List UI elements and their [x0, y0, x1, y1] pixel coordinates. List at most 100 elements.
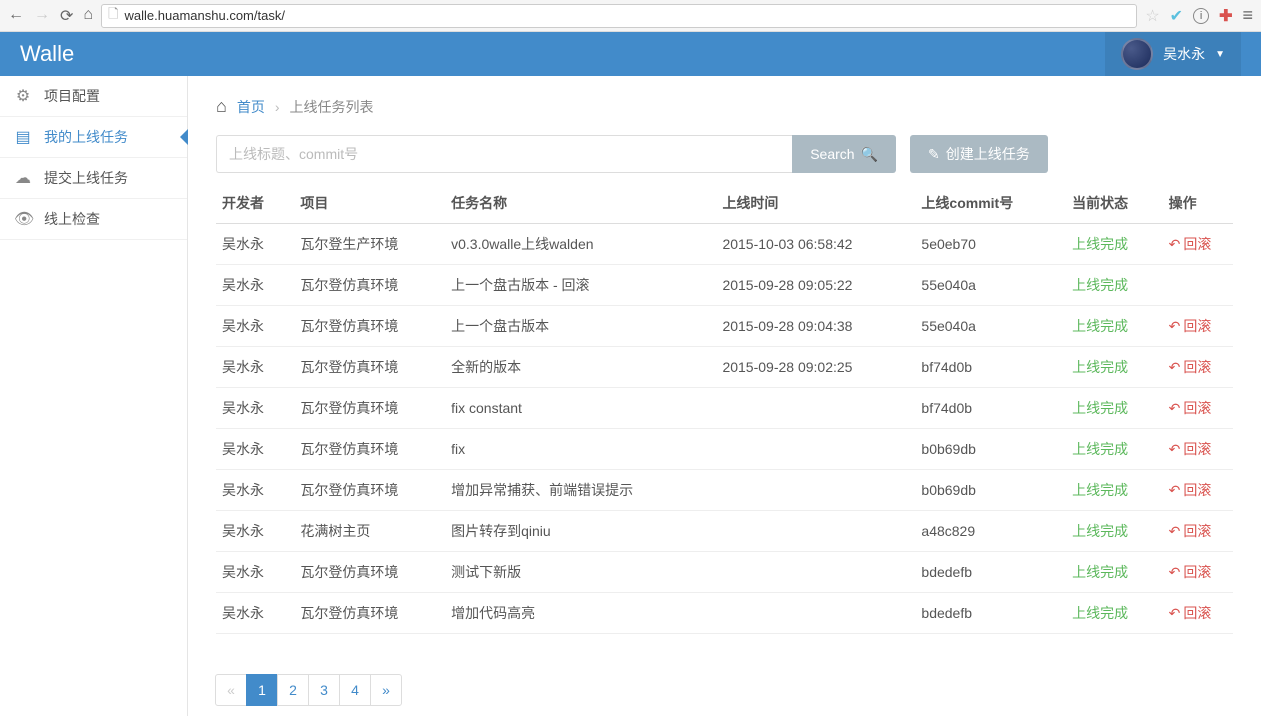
- search-group: Search 🔍: [216, 135, 896, 173]
- sidebar-item-3[interactable]: 👁线上检查: [0, 199, 187, 240]
- rollback-link[interactable]: ↶回滚: [1169, 480, 1212, 500]
- cell-task_name: fix constant: [445, 388, 716, 429]
- forward-icon[interactable]: →: [34, 6, 50, 26]
- page-«: «: [215, 674, 247, 706]
- user-menu[interactable]: 吴水永 ▼: [1105, 32, 1241, 76]
- cell-project: 瓦尔登生产环境: [294, 224, 445, 265]
- page-2[interactable]: 2: [277, 674, 309, 706]
- th-deploy-time: 上线时间: [716, 183, 915, 224]
- breadcrumb-home-icon[interactable]: ⌂: [216, 96, 227, 117]
- rollback-link[interactable]: ↶回滚: [1169, 357, 1212, 377]
- url-text: walle.huamanshu.com/task/: [125, 8, 285, 23]
- rollback-label: 回滚: [1183, 234, 1211, 254]
- eye-icon: 👁: [14, 209, 32, 229]
- cell-action: ↶回滚: [1163, 347, 1233, 388]
- table-row: 吴水永瓦尔登仿真环境增加代码高亮bdedefb上线完成↶回滚: [216, 593, 1233, 634]
- cell-deploy_time: [716, 388, 915, 429]
- cell-status: 上线完成: [1066, 511, 1162, 552]
- th-task-name: 任务名称: [445, 183, 716, 224]
- page-3[interactable]: 3: [308, 674, 340, 706]
- cell-developer: 吴水永: [216, 429, 294, 470]
- cell-developer: 吴水永: [216, 470, 294, 511]
- rollback-link[interactable]: ↶回滚: [1169, 521, 1212, 541]
- cell-developer: 吴水永: [216, 265, 294, 306]
- cell-deploy_time: [716, 470, 915, 511]
- info-icon[interactable]: i: [1193, 8, 1209, 24]
- table-row: 吴水永瓦尔登仿真环境fix constantbf74d0b上线完成↶回滚: [216, 388, 1233, 429]
- undo-icon: ↶: [1169, 605, 1181, 622]
- rollback-link[interactable]: ↶回滚: [1169, 234, 1212, 254]
- extension-plus-icon[interactable]: ✚: [1219, 6, 1232, 26]
- cell-status: 上线完成: [1066, 429, 1162, 470]
- list-icon: ▤: [14, 127, 32, 147]
- cell-developer: 吴水永: [216, 224, 294, 265]
- cell-action: ↶回滚: [1163, 306, 1233, 347]
- table-row: 吴水永瓦尔登仿真环境上一个盘古版本 - 回滚2015-09-28 09:05:2…: [216, 265, 1233, 306]
- th-project: 项目: [294, 183, 445, 224]
- cell-deploy_time: [716, 552, 915, 593]
- cell-action: ↶回滚: [1163, 224, 1233, 265]
- cell-task_name: 测试下新版: [445, 552, 716, 593]
- sidebar-item-0[interactable]: ⚙项目配置: [0, 76, 187, 117]
- sidebar-item-1[interactable]: ▤我的上线任务: [0, 117, 187, 158]
- create-task-button[interactable]: ✎ 创建上线任务: [910, 135, 1048, 173]
- cell-status: 上线完成: [1066, 470, 1162, 511]
- home-icon[interactable]: ⌂: [83, 6, 93, 26]
- cell-developer: 吴水永: [216, 306, 294, 347]
- toolbar: Search 🔍 ✎ 创建上线任务: [216, 135, 1233, 173]
- cell-developer: 吴水永: [216, 552, 294, 593]
- rollback-label: 回滚: [1183, 521, 1211, 541]
- cloud-upload-icon: ☁: [14, 168, 32, 188]
- rollback-link[interactable]: ↶回滚: [1169, 398, 1212, 418]
- breadcrumb-home-link[interactable]: 首页: [237, 97, 265, 117]
- main-content: ⌂ 首页 › 上线任务列表 Search 🔍 ✎ 创建上线任务 开发者: [188, 76, 1261, 716]
- undo-icon: ↶: [1169, 523, 1181, 540]
- cell-project: 瓦尔登仿真环境: [294, 388, 445, 429]
- page-»[interactable]: »: [370, 674, 402, 706]
- rollback-label: 回滚: [1183, 562, 1211, 582]
- breadcrumb: ⌂ 首页 › 上线任务列表: [216, 86, 1233, 127]
- search-button[interactable]: Search 🔍: [792, 135, 896, 173]
- rollback-link[interactable]: ↶回滚: [1169, 562, 1212, 582]
- rollback-label: 回滚: [1183, 398, 1211, 418]
- page-1[interactable]: 1: [246, 674, 278, 706]
- bookmark-star-icon[interactable]: ☆: [1145, 6, 1159, 26]
- th-developer: 开发者: [216, 183, 294, 224]
- cell-deploy_time: [716, 593, 915, 634]
- rollback-link[interactable]: ↶回滚: [1169, 439, 1212, 459]
- undo-icon: ↶: [1169, 236, 1181, 253]
- search-input[interactable]: [216, 135, 792, 173]
- url-bar[interactable]: 🗋 walle.huamanshu.com/task/: [101, 4, 1137, 28]
- undo-icon: ↶: [1169, 359, 1181, 376]
- th-action: 操作: [1163, 183, 1233, 224]
- th-status: 当前状态: [1066, 183, 1162, 224]
- cell-project: 瓦尔登仿真环境: [294, 593, 445, 634]
- hamburger-menu-icon[interactable]: ≡: [1242, 5, 1253, 26]
- breadcrumb-separator: ›: [275, 99, 280, 115]
- cell-deploy_time: 2015-10-03 06:58:42: [716, 224, 915, 265]
- cell-project: 瓦尔登仿真环境: [294, 265, 445, 306]
- extension-v-icon[interactable]: ✔: [1170, 6, 1183, 26]
- cell-project: 瓦尔登仿真环境: [294, 429, 445, 470]
- cell-commit: bdedefb: [915, 593, 1066, 634]
- cell-status: 上线完成: [1066, 347, 1162, 388]
- rollback-link[interactable]: ↶回滚: [1169, 316, 1212, 336]
- search-icon: 🔍: [861, 146, 878, 163]
- sidebar-item-2[interactable]: ☁提交上线任务: [0, 158, 187, 199]
- cell-developer: 吴水永: [216, 388, 294, 429]
- rollback-link[interactable]: ↶回滚: [1169, 603, 1212, 623]
- back-icon[interactable]: ←: [8, 6, 24, 26]
- page-4[interactable]: 4: [339, 674, 371, 706]
- cell-commit: bf74d0b: [915, 347, 1066, 388]
- cell-action: ↶回滚: [1163, 388, 1233, 429]
- cell-commit: bdedefb: [915, 552, 1066, 593]
- brand-logo[interactable]: Walle: [20, 41, 74, 67]
- task-table: 开发者 项目 任务名称 上线时间 上线commit号 当前状态 操作 吴水永瓦尔…: [216, 183, 1233, 634]
- rollback-label: 回滚: [1183, 357, 1211, 377]
- reload-icon[interactable]: ⟳: [60, 6, 73, 26]
- cell-status: 上线完成: [1066, 306, 1162, 347]
- cell-status: 上线完成: [1066, 552, 1162, 593]
- cell-action: ↶回滚: [1163, 470, 1233, 511]
- create-button-label: 创建上线任务: [946, 144, 1030, 164]
- cell-action: ↶回滚: [1163, 429, 1233, 470]
